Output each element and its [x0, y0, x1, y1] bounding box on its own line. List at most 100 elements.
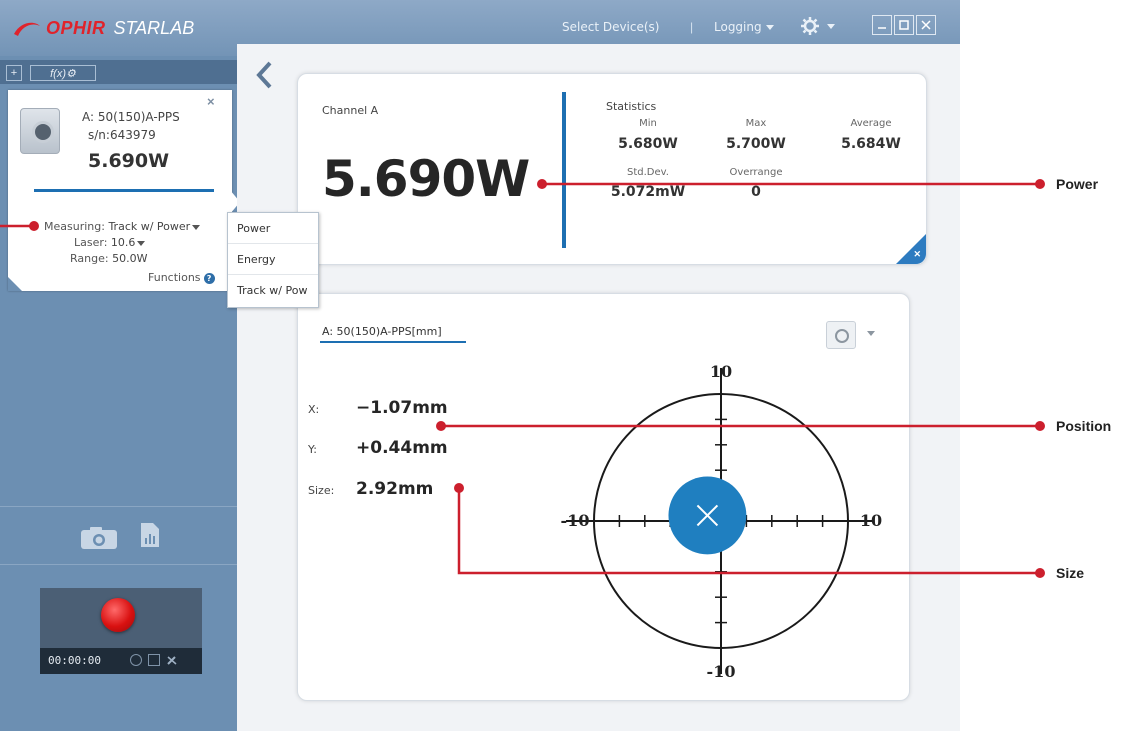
product-name: STARLAB [113, 18, 195, 38]
expand-icon: ✕ [913, 249, 921, 259]
statistics-title: Statistics [606, 100, 657, 113]
camera-icon[interactable] [80, 526, 118, 550]
power-callout-label: Power [1056, 176, 1099, 192]
maximize-button[interactable] [894, 15, 914, 35]
device-reading: 5.690W [88, 150, 170, 172]
measure-option-energy[interactable]: Energy [228, 244, 318, 275]
record-timer: 00:00:00 [48, 654, 101, 667]
channel-label: Channel A [322, 104, 379, 117]
measuring-dropdown: Power Energy Track w/ Pow [227, 212, 319, 308]
stat-max-value: 5.700W [726, 136, 786, 152]
stat-min-value: 5.680W [618, 136, 678, 152]
window-controls [872, 15, 936, 35]
minimize-icon [878, 27, 886, 29]
sidebar-divider [0, 564, 237, 565]
range-label: Range: [70, 252, 109, 265]
y-label: Y: [308, 443, 317, 456]
swoosh-icon [14, 22, 40, 36]
settings-menu[interactable] [800, 15, 840, 37]
measuring-row: Measuring: Track w/ Power [44, 220, 201, 233]
add-device-button[interactable]: + [6, 65, 22, 81]
functions-label: Functions [148, 271, 201, 284]
stat-overrange-label: Overrange [729, 167, 783, 178]
measuring-label: Measuring: [44, 220, 105, 233]
position-target-plot: 10 -10 -10 10 [561, 362, 883, 681]
reading-bar [34, 189, 214, 192]
callout-dot [1035, 421, 1045, 431]
x-value: −1.07mm [356, 398, 448, 418]
laser-label: Laser: [74, 236, 108, 249]
callout-dot [1035, 179, 1045, 189]
record-file-icon[interactable] [148, 654, 160, 666]
stat-stddev-label: Std.Dev. [627, 167, 669, 178]
axis-top-label: 10 [710, 362, 732, 381]
device-card[interactable]: × A: 50(150)A-PPS s/n:643979 5.690W Meas… [8, 90, 240, 291]
gear-icon [801, 17, 819, 35]
size-callout-label: Size [1056, 565, 1085, 581]
range-row: Range: 50.0W [70, 252, 147, 265]
chevron-down-icon [137, 240, 146, 246]
menu-separator: | [690, 20, 694, 34]
help-icon: ? [203, 272, 215, 284]
collapse-corner-icon[interactable] [8, 277, 22, 291]
x-label: X: [308, 403, 320, 416]
logging-menu[interactable]: Logging [714, 20, 774, 34]
measure-option-power[interactable]: Power [228, 213, 318, 244]
device-serial: s/n:643979 [88, 128, 156, 142]
device-name: A: 50(150)A-PPS [82, 110, 180, 124]
position-panel: A: 50(150)A-PPS[mm] X: −1.07mm Y: +0.44m… [297, 293, 910, 701]
brand-name: OPHIR [46, 18, 106, 38]
stat-average-value: 5.684W [841, 136, 901, 152]
starlab-window: OPHIR STARLAB Select Device(s) | Logging [0, 0, 960, 731]
stat-max-label: Max [745, 118, 767, 129]
stat-overrange-value: 0 [751, 184, 761, 200]
callout-dot [1035, 568, 1045, 578]
measuring-value: Track w/ Power [108, 220, 191, 233]
expand-corner-button[interactable] [896, 234, 926, 264]
record-button[interactable] [101, 598, 135, 632]
device-sidebar: + f(x)⚙ × A: 50(150)A-PPS s/n:643979 5.6… [0, 56, 240, 731]
minimize-button[interactable] [872, 15, 892, 35]
power-reading: 5.690W [322, 150, 530, 208]
record-panel: 00:00:00 [40, 588, 202, 674]
size-value: 2.92mm [356, 479, 434, 499]
axis-left-label: -10 [561, 511, 590, 530]
back-arrow-icon[interactable] [254, 60, 274, 90]
close-icon[interactable]: × [207, 94, 215, 109]
power-panel: Channel A 5.690W Statistics Min 5.680W M… [297, 73, 927, 265]
logging-label: Logging [714, 20, 762, 34]
close-icon [921, 20, 931, 30]
measure-option-track[interactable]: Track w/ Pow [228, 275, 318, 306]
range-value[interactable]: 50.0W [112, 252, 147, 265]
laser-select[interactable]: 10.6 [111, 236, 146, 249]
record-mode-icon[interactable] [130, 654, 142, 666]
target-view-button[interactable] [826, 321, 856, 349]
y-value: +0.44mm [356, 438, 448, 458]
laser-value: 10.6 [110, 236, 136, 249]
function-button[interactable]: f(x)⚙ [30, 65, 96, 81]
select-devices-menu[interactable]: Select Device(s) [562, 20, 660, 34]
title-underline [320, 341, 466, 343]
position-title[interactable]: A: 50(150)A-PPS[mm] [322, 325, 442, 338]
panel-divider [562, 92, 566, 248]
measuring-select[interactable]: Track w/ Power [108, 220, 201, 233]
functions-link[interactable]: Functions? [148, 271, 215, 284]
chevron-down-icon [192, 224, 201, 230]
stat-min-label: Min [639, 118, 657, 129]
wrench-icon[interactable] [166, 654, 178, 666]
sidebar-divider [0, 506, 237, 507]
sidebar-toolbar: + f(x)⚙ [0, 60, 237, 84]
sensor-icon [20, 108, 60, 154]
chevron-down-icon[interactable] [867, 331, 875, 336]
maximize-icon [899, 20, 909, 30]
laser-row: Laser: 10.6 [74, 236, 146, 249]
axis-bottom-label: -10 [707, 662, 736, 681]
close-window-button[interactable] [916, 15, 936, 35]
chevron-down-icon [765, 25, 774, 30]
position-callout-label: Position [1056, 418, 1112, 434]
stat-stddev-value: 5.072mW [610, 184, 686, 200]
report-icon[interactable] [140, 522, 160, 548]
axis-right-label: 10 [860, 511, 882, 530]
size-label: Size: [308, 484, 335, 497]
ophir-logo: OPHIR STARLAB [12, 18, 194, 39]
